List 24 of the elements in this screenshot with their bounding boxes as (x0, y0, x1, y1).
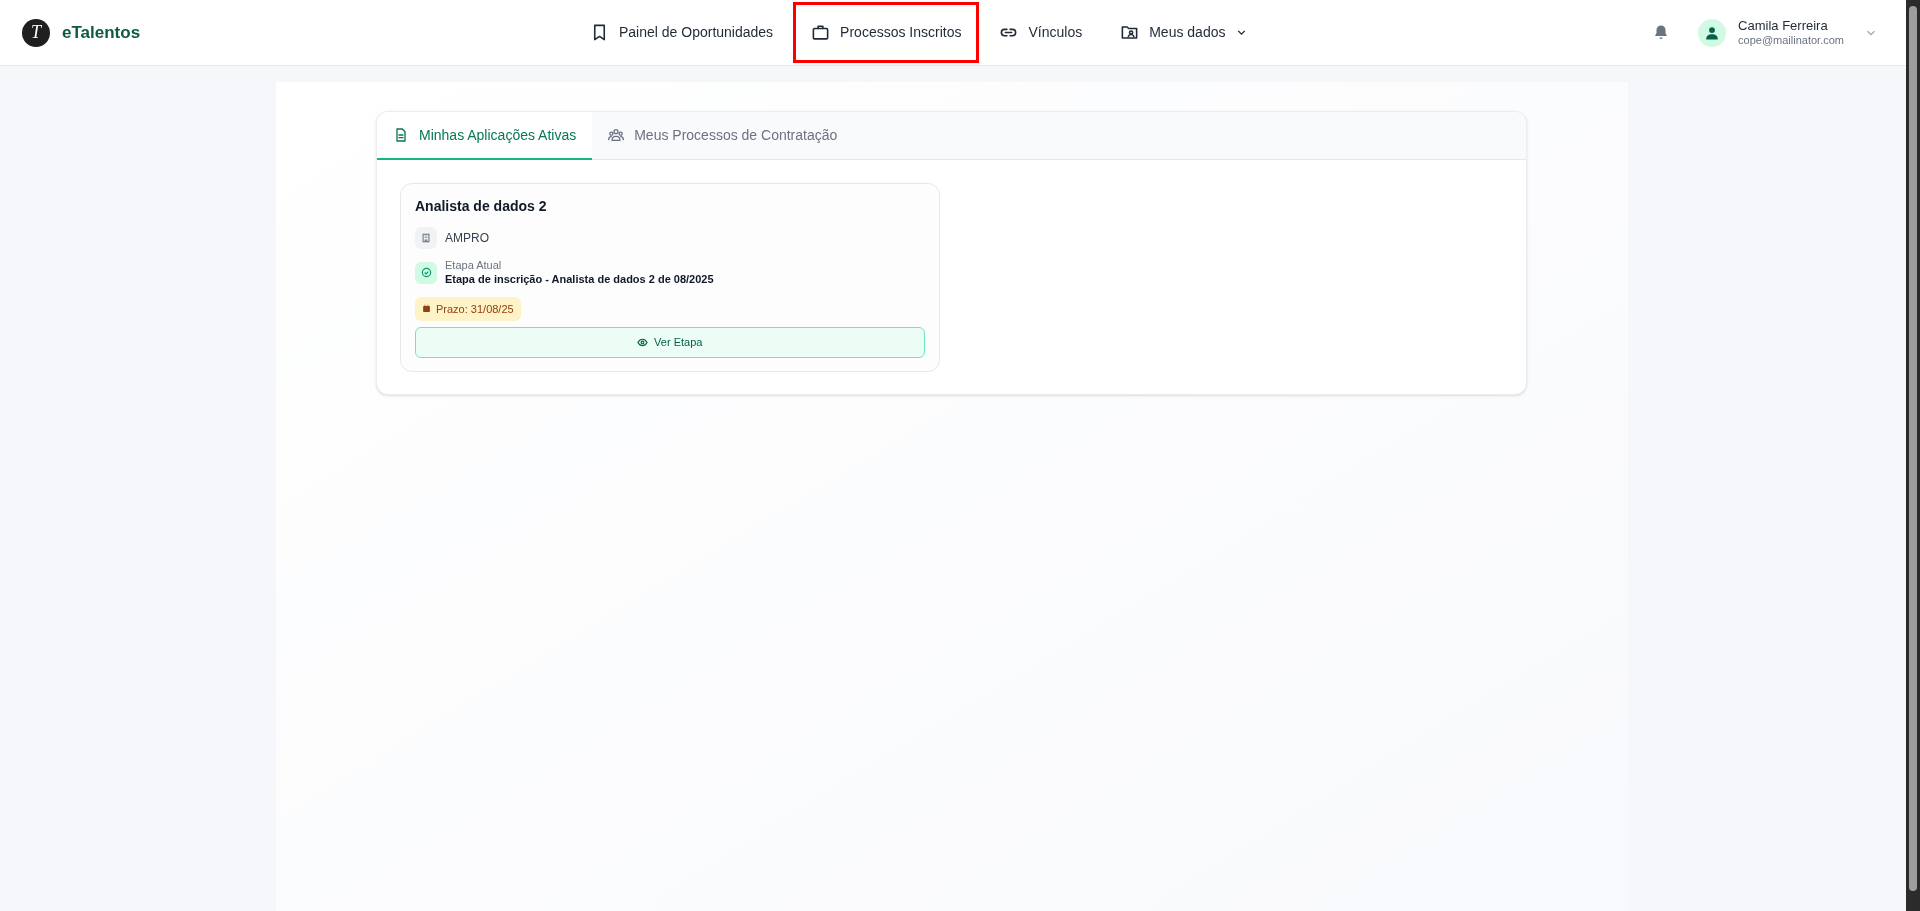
brand-name[interactable]: eTalentos (62, 19, 141, 46)
calendar-icon (422, 304, 431, 314)
company-name: AMPRO (445, 230, 489, 247)
users-icon (608, 127, 625, 143)
user-name: Camila Ferreira (1738, 17, 1829, 34)
deadline-badge: Prazo: 31/08/25 (415, 296, 521, 321)
document-icon (393, 127, 409, 143)
logo-icon[interactable]: T (22, 18, 50, 47)
briefcase-icon (811, 23, 831, 42)
user-email: cope@mailinator.com (1738, 33, 1844, 48)
job-title: Analista de dados 2 (415, 197, 548, 216)
nav-link[interactable]: Meus dados (1102, 2, 1267, 63)
eye-icon (637, 337, 649, 348)
tab[interactable]: Meus Processos de Contratação (592, 112, 854, 160)
stage-label: Etapa Atual (445, 259, 503, 273)
tab[interactable]: Minhas Aplicações Ativas (377, 112, 593, 160)
nav-link[interactable]: Painel de Oportunidades (572, 2, 792, 63)
avatar-icon[interactable] (1698, 18, 1727, 47)
building-icon (415, 227, 437, 249)
nav-link[interactable]: Processos Inscritos (793, 2, 980, 63)
folder-icon (1120, 23, 1140, 42)
stage-name: Etapa de inscrição - Analista de dados 2 de 08/2025 (445, 272, 714, 287)
nav-link[interactable]: Vínculos (981, 2, 1101, 63)
view-stage-button[interactable]: Ver Etapa (415, 327, 925, 358)
